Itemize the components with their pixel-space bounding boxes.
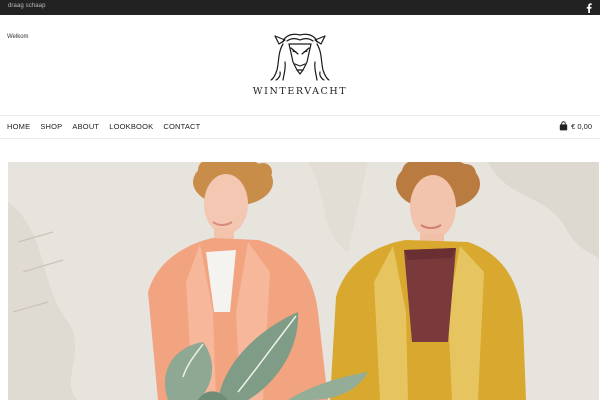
top-bar: draag schaap [0, 0, 600, 15]
nav-item-contact[interactable]: CONTACT [163, 122, 200, 131]
nav-item-lookbook[interactable]: LOOKBOOK [109, 122, 153, 131]
shopping-bag-icon [559, 121, 568, 131]
cart-button[interactable]: € 0,00 [559, 121, 592, 131]
nav-item-shop[interactable]: SHOP [40, 122, 62, 131]
brand-name: WINTERVACHT [252, 86, 348, 97]
nav-divider-top [0, 115, 600, 116]
nav-item-about[interactable]: ABOUT [72, 122, 99, 131]
topbar-tagline: draag schaap [8, 3, 46, 9]
hero-image[interactable] [8, 162, 599, 400]
cart-total: € 0,00 [571, 121, 592, 131]
nav-divider-bottom [0, 138, 600, 139]
sheep-head-logo-icon [270, 33, 330, 81]
nav-item-home[interactable]: HOME [7, 122, 30, 131]
facebook-icon[interactable] [584, 2, 594, 13]
hero-photo [8, 162, 599, 400]
site-logo[interactable]: WINTERVACHT [0, 30, 600, 97]
main-nav: HOME SHOP ABOUT LOOKBOOK CONTACT [7, 122, 200, 131]
